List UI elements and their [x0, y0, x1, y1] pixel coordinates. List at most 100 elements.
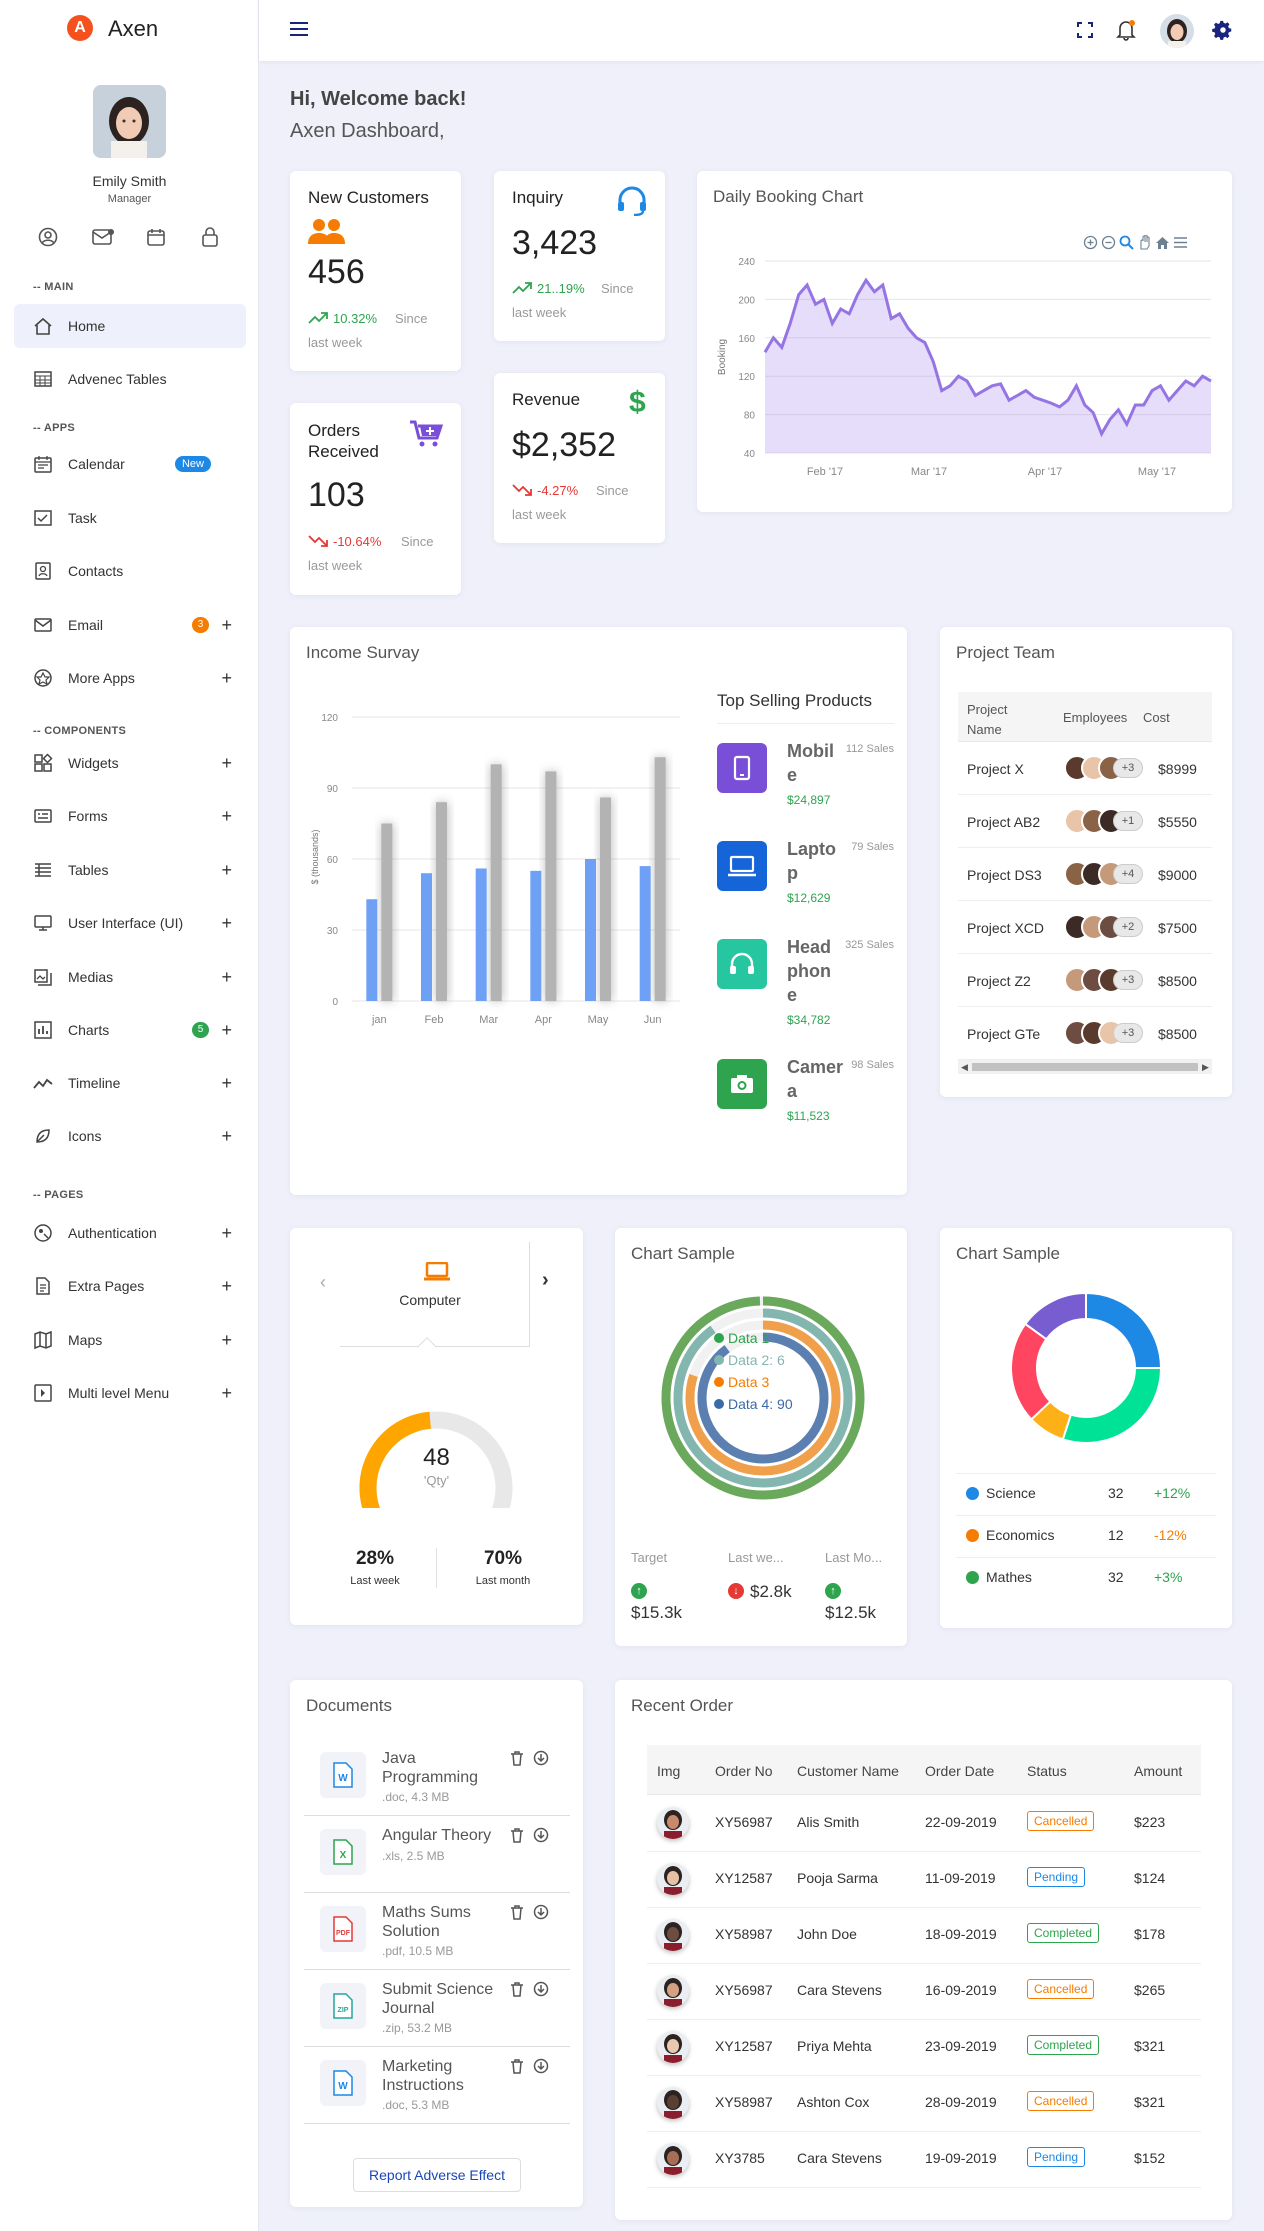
scroll-thumb[interactable] — [972, 1063, 1198, 1071]
expand-plus-icon[interactable]: + — [221, 1073, 232, 1094]
trash-icon[interactable] — [510, 1981, 524, 2000]
customer-avatar[interactable] — [657, 1975, 689, 2007]
project-table-wrap[interactable]: Project Name Employees Cost Project X +3 $… — [958, 692, 1212, 1062]
download-icon[interactable] — [533, 1904, 549, 1923]
sidebar-item-contacts[interactable]: Contacts — [14, 549, 246, 593]
stat-since-period: last week — [308, 335, 363, 350]
download-icon[interactable] — [533, 1827, 549, 1846]
expand-plus-icon[interactable]: + — [221, 753, 232, 774]
avatar[interactable] — [93, 85, 166, 158]
expand-plus-icon[interactable]: + — [221, 1383, 232, 1404]
project-cost: $7500 — [1158, 920, 1197, 936]
icons-icon — [32, 1125, 54, 1147]
arrow-up-icon: ↑ — [825, 1583, 841, 1599]
app-logo[interactable]: A — [67, 15, 93, 41]
download-icon[interactable] — [533, 1750, 549, 1769]
trash-icon[interactable] — [510, 1904, 524, 1923]
order-name: Pooja Sarma — [797, 1870, 878, 1886]
download-icon[interactable] — [533, 1981, 549, 2000]
order-date: 11-09-2019 — [925, 1870, 996, 1886]
count-badge: 3 — [192, 617, 209, 633]
expand-plus-icon[interactable]: + — [221, 1276, 232, 1297]
more-employees-badge[interactable]: +3 — [1113, 758, 1143, 778]
expand-plus-icon[interactable]: + — [221, 668, 232, 689]
customer-avatar[interactable] — [657, 2143, 689, 2175]
customer-avatar[interactable] — [657, 1863, 689, 1895]
sidebar-item-maps[interactable]: Maps + — [14, 1318, 246, 1362]
fullscreen-icon[interactable] — [1077, 22, 1093, 41]
scroll-right-arrow[interactable]: ▶ — [1202, 1062, 1209, 1073]
calendar-icon[interactable] — [146, 227, 166, 250]
app-name[interactable]: Axen — [108, 16, 158, 42]
sidebar-item-label: Calendar — [68, 456, 125, 472]
sidebar-item-widgets[interactable]: Widgets + — [14, 741, 246, 785]
scroll-left-arrow[interactable]: ◀ — [961, 1062, 968, 1073]
more-employees-badge[interactable]: +2 — [1113, 917, 1143, 937]
customer-avatar[interactable] — [657, 1919, 689, 1951]
sidebar-item-multi-level-menu[interactable]: Multi level Menu + — [14, 1371, 246, 1415]
more-employees-badge[interactable]: +1 — [1113, 811, 1143, 831]
trend-down-icon — [308, 534, 328, 551]
profile-icon[interactable] — [38, 227, 58, 250]
more-employees-badge[interactable]: +4 — [1113, 864, 1143, 884]
stat-label: Last we... — [728, 1550, 784, 1565]
y-tick-label: 60 — [327, 855, 339, 866]
sidebar-item-forms[interactable]: Forms + — [14, 794, 246, 838]
bar-series-2 — [490, 764, 502, 1001]
next-arrow-icon[interactable]: › — [542, 1269, 549, 1292]
notification-icon[interactable] — [1116, 19, 1136, 44]
expand-plus-icon[interactable]: + — [221, 1020, 232, 1041]
customer-avatar[interactable] — [657, 2087, 689, 2119]
sidebar-item-charts[interactable]: Charts 5 + — [14, 1008, 246, 1052]
sidebar-item-user-interface-ui[interactable]: User Interface (UI) + — [14, 901, 246, 945]
report-adverse-effect-button[interactable]: Report Adverse Effect — [353, 2158, 521, 2192]
customer-avatar[interactable] — [657, 1807, 689, 1839]
sidebar-item-more-apps[interactable]: More Apps + — [14, 656, 246, 700]
expand-plus-icon[interactable]: + — [221, 1330, 232, 1351]
tab-computer[interactable]: Computer — [340, 1242, 530, 1357]
horizontal-scrollbar[interactable]: ◀ ▶ — [958, 1060, 1212, 1074]
sidebar-item-home[interactable]: Home — [14, 304, 246, 348]
stat-since: Since — [596, 483, 629, 498]
trash-icon[interactable] — [510, 1827, 524, 1846]
sidebar-item-icons[interactable]: Icons + — [14, 1114, 246, 1158]
more-employees-badge[interactable]: +3 — [1113, 970, 1143, 990]
trash-icon[interactable] — [510, 1750, 524, 1769]
expand-plus-icon[interactable]: + — [221, 615, 232, 636]
topbar-avatar[interactable] — [1160, 14, 1194, 48]
customer-avatar[interactable] — [657, 2031, 689, 2063]
sidebar-item-extra-pages[interactable]: Extra Pages + — [14, 1264, 246, 1308]
product-sales: 325 Sales — [845, 939, 894, 951]
lock-icon[interactable] — [200, 226, 220, 251]
trash-icon[interactable] — [510, 2058, 524, 2077]
expand-plus-icon[interactable]: + — [221, 1223, 232, 1244]
svg-text:W: W — [338, 2081, 348, 2092]
expand-plus-icon[interactable]: + — [221, 1126, 232, 1147]
bar-series-2 — [654, 757, 666, 1001]
table-icon — [32, 368, 54, 390]
sidebar-item-timeline[interactable]: Timeline + — [14, 1061, 246, 1105]
column-header: Cost — [1143, 710, 1170, 725]
settings-icon[interactable] — [1212, 19, 1234, 44]
sidebar-item-medias[interactable]: Medias + — [14, 955, 246, 999]
sidebar-item-calendar[interactable]: Calendar New — [14, 442, 246, 486]
download-icon[interactable] — [533, 2058, 549, 2077]
stat-value: 3,423 — [512, 224, 598, 262]
expand-plus-icon[interactable]: + — [221, 913, 232, 934]
expand-plus-icon[interactable]: + — [221, 860, 232, 881]
radial-chart-card: Chart Sample Data 1 Data 2: 6 Data 3 Data 4… — [615, 1228, 907, 1646]
expand-plus-icon[interactable]: + — [221, 967, 232, 988]
prev-arrow-icon[interactable]: ‹ — [320, 1272, 326, 1293]
sidebar-item-advenec-tables[interactable]: Advenec Tables — [14, 357, 246, 401]
sidebar-item-authentication[interactable]: Authentication + — [14, 1211, 246, 1255]
sidebar-item-tables[interactable]: Tables + — [14, 848, 246, 892]
expand-plus-icon[interactable]: + — [221, 806, 232, 827]
sidebar-item-task[interactable]: Task — [14, 496, 246, 540]
more-employees-badge[interactable]: +3 — [1113, 1023, 1143, 1043]
sidebar-item-email[interactable]: Email 3 + — [14, 603, 246, 647]
stat-since-period: last week — [308, 558, 363, 573]
row-divider — [958, 847, 1212, 848]
order-amount: $124 — [1134, 1870, 1166, 1886]
mail-icon[interactable] — [92, 228, 114, 249]
menu-toggle-icon[interactable] — [290, 22, 308, 39]
